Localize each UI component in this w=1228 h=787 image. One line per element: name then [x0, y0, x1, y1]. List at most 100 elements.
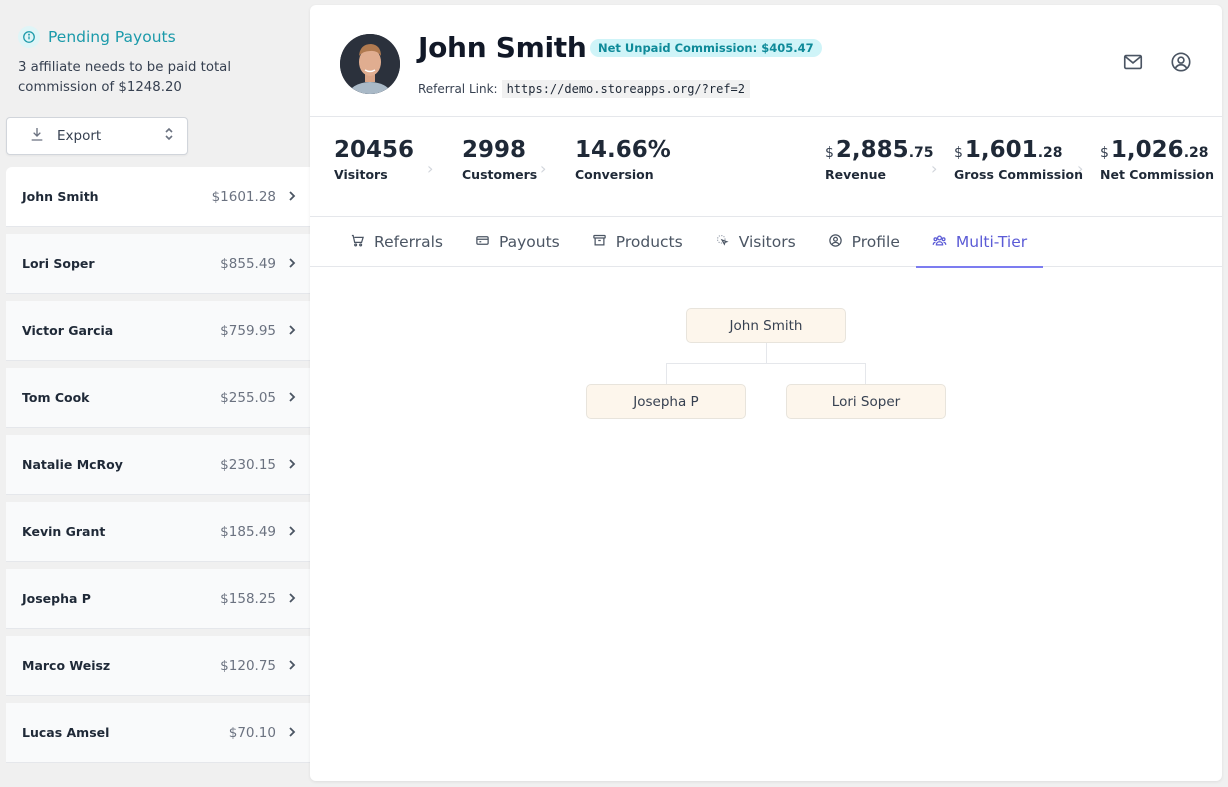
stat-visitors: 20456 Visitors	[334, 137, 414, 182]
chevron-right-icon	[288, 723, 296, 742]
multi-tier-tree: John Smith Josepha P Lori Soper	[310, 267, 1222, 467]
affiliate-detail-panel: John Smith Net Unpaid Commission: $405.4…	[310, 5, 1222, 781]
affiliate-amount: $855.49	[220, 255, 276, 272]
tree-connector	[766, 343, 767, 364]
referral-link: Referral Link: https://demo.storeapps.or…	[418, 80, 750, 98]
card-icon	[475, 233, 490, 252]
tree-node-root[interactable]: John Smith	[686, 308, 846, 343]
pending-payouts: Pending Payouts 3 affiliate needs to be …	[18, 26, 308, 98]
users-group-icon	[932, 233, 947, 252]
tab-label: Profile	[851, 233, 900, 251]
stat-conversion-value: 14.66%	[575, 137, 671, 163]
stat-revenue-value: $2,885.75	[825, 137, 934, 163]
tree-node-child[interactable]: Josepha P	[586, 384, 746, 419]
tree-connector	[666, 363, 667, 384]
tab-label: Multi-Tier	[955, 233, 1028, 251]
net-whole: 1,026	[1110, 137, 1184, 163]
stat-revenue: $2,885.75 Revenue	[825, 137, 934, 182]
affiliate-item[interactable]: Victor Garcia $759.95	[6, 301, 310, 361]
affiliate-name: Lori Soper	[22, 256, 95, 271]
tree-connector	[666, 363, 866, 364]
affiliate-amount: $255.05	[220, 389, 276, 406]
stat-conversion-label: Conversion	[575, 167, 654, 182]
chevron-right-icon	[288, 455, 296, 474]
affiliate-item[interactable]: Lori Soper $855.49	[6, 234, 310, 294]
export-select[interactable]: Export	[6, 117, 188, 155]
affiliate-name: Tom Cook	[22, 390, 90, 405]
affiliate-amount: $185.49	[220, 523, 276, 540]
affiliate-item[interactable]: John Smith $1601.28	[6, 167, 310, 227]
cart-icon	[350, 233, 365, 252]
affiliate-amount: $1601.28	[211, 188, 276, 205]
chevron-right-icon	[288, 254, 296, 273]
referral-link-label: Referral Link:	[418, 82, 498, 96]
affiliate-name-heading: John Smith	[418, 31, 587, 64]
currency-symbol: $	[825, 145, 834, 161]
chevron-right-icon	[288, 522, 296, 541]
export-label: Export	[57, 128, 102, 144]
affiliate-item[interactable]: Natalie McRoy $230.15	[6, 435, 310, 495]
currency-symbol: $	[954, 145, 963, 161]
stats-bar: 20456 Visitors › 2998 Customers › 14.66%…	[310, 117, 1222, 217]
affiliate-item[interactable]: Kevin Grant $185.49	[6, 502, 310, 562]
referral-link-url[interactable]: https://demo.storeapps.org/?ref=2	[501, 80, 750, 98]
tab-label: Payouts	[498, 233, 560, 251]
affiliate-amount: $70.10	[228, 724, 276, 741]
stat-net-label: Net Commission	[1100, 167, 1215, 182]
revenue-decimal: .75	[908, 145, 934, 161]
stat-visitors-value: 20456	[334, 137, 415, 163]
stat-customers: 2998 Customers	[462, 137, 537, 182]
chevron-right-icon	[288, 321, 296, 340]
cursor-click-icon	[715, 233, 730, 252]
profile-header: John Smith Net Unpaid Commission: $405.4…	[310, 5, 1222, 117]
download-icon	[29, 126, 45, 146]
tree-node-child[interactable]: Lori Soper	[786, 384, 946, 419]
tab-visitors[interactable]: Visitors	[699, 217, 812, 267]
chevron-right-icon: ›	[1077, 159, 1084, 178]
user-circle-icon[interactable]	[1170, 51, 1192, 77]
stat-customers-value: 2998	[462, 137, 527, 163]
affiliate-item[interactable]: Tom Cook $255.05	[6, 368, 310, 428]
chevron-right-icon: ›	[931, 159, 938, 178]
affiliate-name: Victor Garcia	[22, 323, 114, 338]
affiliate-amount: $158.25	[220, 590, 276, 607]
header-actions	[1122, 51, 1192, 77]
tab-profile[interactable]: Profile	[812, 217, 916, 267]
net-unpaid-commission-badge: Net Unpaid Commission: $405.47	[590, 39, 822, 57]
affiliate-amount: $120.75	[220, 657, 276, 674]
pending-payouts-title: Pending Payouts	[18, 26, 308, 48]
pending-title-text: Pending Payouts	[48, 28, 176, 46]
affiliate-name: Lucas Amsel	[22, 725, 110, 740]
affiliate-item[interactable]: Marco Weisz $120.75	[6, 636, 310, 696]
info-icon	[18, 26, 40, 48]
mail-icon[interactable]	[1122, 51, 1144, 77]
stat-revenue-label: Revenue	[825, 167, 887, 182]
affiliate-name: Kevin Grant	[22, 524, 106, 539]
stat-gross-value: $1,601.28	[954, 137, 1083, 163]
pending-description: 3 affiliate needs to be paid total commi…	[18, 60, 232, 95]
affiliate-item[interactable]: Josepha P $158.25	[6, 569, 310, 629]
tab-label: Visitors	[738, 233, 796, 251]
tab-multi-tier[interactable]: Multi-Tier	[915, 217, 1044, 268]
stat-net-commission: $1,026.28 Net Commission	[1100, 137, 1214, 182]
affiliate-amount: $759.95	[220, 322, 276, 339]
chevron-up-down-icon	[163, 126, 175, 146]
chevron-right-icon	[288, 589, 296, 608]
stat-visitors-label: Visitors	[334, 167, 388, 182]
chevron-right-icon: ›	[427, 159, 434, 178]
tree-connector	[865, 363, 866, 384]
stat-net-value: $1,026.28	[1100, 137, 1214, 163]
tab-bar: Referrals Payouts Products Visitors Prof…	[310, 217, 1222, 268]
affiliate-item[interactable]: Lucas Amsel $70.10	[6, 703, 310, 763]
tab-referrals[interactable]: Referrals	[334, 217, 459, 267]
stat-gross-commission: $1,601.28 Gross Commission	[954, 137, 1083, 182]
currency-symbol: $	[1100, 145, 1109, 161]
stat-customers-label: Customers	[462, 167, 538, 182]
tab-payouts[interactable]: Payouts	[459, 217, 576, 267]
gross-decimal: .28	[1037, 145, 1063, 161]
tab-products[interactable]: Products	[576, 217, 699, 267]
affiliate-amount: $230.15	[220, 456, 276, 473]
user-circle-icon	[828, 233, 843, 252]
archive-icon	[592, 233, 607, 252]
chevron-right-icon	[288, 656, 296, 675]
